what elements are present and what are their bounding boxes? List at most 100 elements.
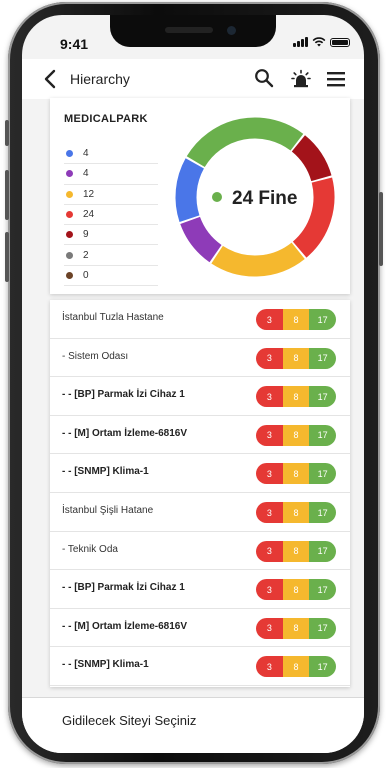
- battery-icon: [330, 38, 350, 47]
- critical-count: 3: [256, 386, 283, 408]
- status-count-pill: 3 8 17: [256, 309, 336, 330]
- legend-color-dot: [66, 251, 73, 259]
- hierarchy-row[interactable]: - - [SNMP] Klima-1 3 8 17: [50, 454, 350, 493]
- legend-color-dot: [66, 170, 73, 178]
- power-button: [379, 192, 383, 266]
- donut-segment: [186, 117, 304, 168]
- legend-color-dot: [66, 150, 73, 158]
- status-time: 9:41: [60, 36, 89, 52]
- donut-segment: [291, 135, 332, 182]
- warning-count: 8: [282, 502, 310, 523]
- status-icons: [293, 37, 350, 47]
- hierarchy-row[interactable]: - Teknik Oda 3 8 17: [50, 532, 350, 571]
- hierarchy-list: İstanbul Tuzla Hastane 3 8 17- Sistem Odası…: [50, 300, 350, 687]
- ok-count: 17: [309, 424, 336, 446]
- hierarchy-row[interactable]: - - [BP] Parmak İzi Cihaz 1 3 8 17: [50, 570, 350, 609]
- volume-down-button: [5, 232, 9, 282]
- legend-count: 2: [83, 249, 89, 261]
- hierarchy-item-label: - Teknik Oda: [62, 543, 118, 555]
- warning-count: 8: [282, 309, 310, 330]
- warning-count: 8: [282, 540, 310, 562]
- ok-count: 17: [309, 617, 336, 639]
- legend-item: 2: [64, 245, 158, 266]
- critical-count: 3: [256, 540, 283, 562]
- legend-item: 4: [64, 144, 158, 165]
- ok-count: 17: [309, 386, 336, 408]
- ok-count: 17: [309, 502, 336, 523]
- site-name: MEDICALPARK: [64, 113, 148, 125]
- hierarchy-row[interactable]: - - [M] Ortam İzleme-6816V 3 8 17: [50, 609, 350, 648]
- warning-count: 8: [282, 617, 310, 639]
- status-legend: 4 4 12 24 9 2 0: [64, 144, 158, 287]
- site-summary-card[interactable]: MEDICALPARK 4 4 12 24 9 2 0 24 Fine: [50, 98, 350, 294]
- status-count-pill: 3 8 17: [256, 347, 336, 369]
- status-count-pill: 3 8 17: [256, 656, 336, 678]
- critical-count: 3: [256, 309, 283, 330]
- volume-up-button: [5, 170, 9, 220]
- legend-count: 12: [83, 188, 95, 200]
- status-count-pill: 3 8 17: [256, 424, 336, 446]
- ok-count: 17: [309, 309, 336, 330]
- donut-segment: [292, 177, 335, 258]
- warning-count: 8: [282, 386, 310, 408]
- legend-item: 9: [64, 225, 158, 246]
- site-selector-label: Gidilecek Siteyi Seçiniz: [62, 713, 197, 728]
- front-camera: [227, 26, 236, 35]
- legend-count: 9: [83, 229, 89, 241]
- critical-count: 3: [256, 502, 283, 523]
- critical-count: 3: [256, 424, 283, 446]
- hierarchy-row[interactable]: İstanbul Tuzla Hastane 3 8 17: [50, 300, 350, 339]
- alarm-icon[interactable]: [291, 69, 311, 89]
- menu-icon[interactable]: [326, 70, 346, 88]
- center-status-dot: [212, 192, 222, 202]
- legend-item: 4: [64, 164, 158, 185]
- warning-count: 8: [282, 463, 310, 485]
- legend-color-dot: [66, 190, 73, 198]
- hierarchy-row[interactable]: - Sistem Odası 3 8 17: [50, 339, 350, 378]
- hierarchy-item-label: - - [BP] Parmak İzi Cihaz 1: [62, 389, 185, 401]
- hierarchy-row[interactable]: - - [SNMP] Klima-1 3 8 17: [50, 647, 350, 686]
- legend-item: 0: [64, 266, 158, 287]
- status-count-pill: 3 8 17: [256, 540, 336, 562]
- donut-segment: [175, 158, 205, 222]
- warning-count: 8: [282, 579, 310, 601]
- warning-count: 8: [282, 424, 310, 446]
- legend-item: 12: [64, 185, 158, 205]
- wifi-icon: [312, 37, 326, 47]
- warning-count: 8: [282, 347, 310, 369]
- site-selector-bar[interactable]: Gidilecek Siteyi Seçiniz: [22, 697, 364, 753]
- hierarchy-item-label: İstanbul Şişli Hatane: [62, 505, 154, 516]
- ok-count: 17: [309, 463, 336, 485]
- search-icon[interactable]: [254, 68, 274, 88]
- legend-color-dot: [66, 271, 73, 279]
- donut-segment: [180, 216, 222, 263]
- hierarchy-item-label: - Sistem Odası: [62, 350, 129, 362]
- hierarchy-item-label: - - [BP] Parmak İzi Cihaz 1: [62, 582, 185, 594]
- legend-color-dot: [66, 211, 73, 219]
- status-count-pill: 3 8 17: [256, 463, 336, 485]
- hierarchy-row[interactable]: - - [BP] Parmak İzi Cihaz 1 3 8 17: [50, 377, 350, 416]
- hierarchy-item-label: - - [SNMP] Klima-1: [62, 466, 149, 478]
- back-icon[interactable]: [42, 69, 58, 89]
- status-count-pill: 3 8 17: [256, 386, 336, 408]
- center-status-text: 24 Fine: [232, 188, 297, 209]
- app-screen: 9:41 Hierarchy MEDICALPARK 4 4 12 24 9 2…: [22, 15, 364, 753]
- hierarchy-item-label: - - [M] Ortam İzleme-6816V: [62, 427, 188, 439]
- critical-count: 3: [256, 617, 283, 639]
- ok-count: 17: [309, 540, 336, 562]
- mute-switch: [5, 120, 9, 146]
- ok-count: 17: [309, 579, 336, 601]
- legend-item: 24: [64, 205, 158, 226]
- legend-count: 4: [83, 168, 89, 180]
- hierarchy-item-label: İstanbul Tuzla Hastane: [62, 312, 164, 323]
- notch: [110, 15, 276, 47]
- hierarchy-row[interactable]: İstanbul Şişli Hatane 3 8 17: [50, 493, 350, 532]
- speaker-grille: [165, 27, 213, 33]
- status-count-pill: 3 8 17: [256, 579, 336, 601]
- cellular-signal-icon: [293, 37, 308, 47]
- ok-count: 17: [309, 347, 336, 369]
- status-count-pill: 3 8 17: [256, 617, 336, 639]
- ok-count: 17: [309, 656, 336, 678]
- critical-count: 3: [256, 656, 283, 678]
- hierarchy-row[interactable]: - - [M] Ortam İzleme-6816V 3 8 17: [50, 416, 350, 455]
